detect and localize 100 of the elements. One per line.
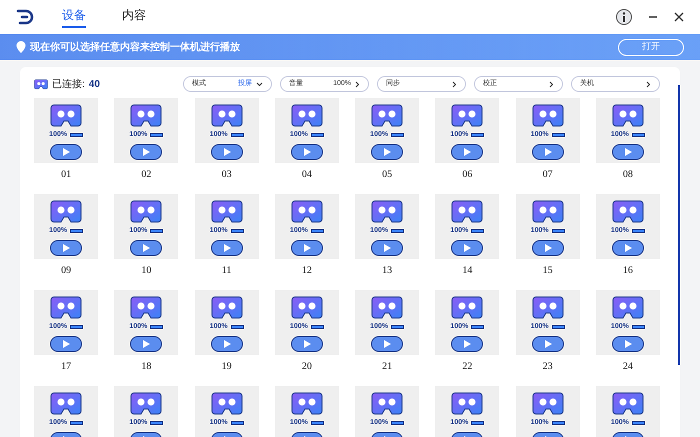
battery-bar [632,325,645,330]
device-number: 09 [61,264,72,278]
notice-text: 现在你可以选择任意内容来控制一体机进行播放 [30,40,240,54]
battery-bar [310,133,324,138]
play-button-icon[interactable] [290,144,323,160]
vr-headset-icon [612,104,644,128]
device-number: 14 [462,264,472,278]
play-button-icon[interactable] [451,240,484,256]
battery-bar [230,133,244,138]
play-button-icon[interactable] [612,336,644,352]
battery-bar [70,229,84,234]
battery-bar [471,229,484,234]
device-number: 02 [141,168,152,182]
play-button-icon[interactable] [210,240,243,256]
play-button-icon[interactable] [371,336,404,352]
play-button-icon[interactable] [210,336,243,352]
play-button-icon[interactable] [130,144,162,160]
play-button-icon[interactable] [371,240,404,256]
play-button-icon[interactable] [451,336,484,352]
play-button-icon[interactable] [130,240,162,256]
device-number: 06 [462,168,472,182]
battery-bar [552,229,565,234]
battery-bar [632,229,645,234]
play-button-icon[interactable] [612,240,644,256]
device-number: 11 [222,264,232,278]
battery-bar [391,421,404,426]
battery-bar [552,421,565,426]
tab[interactable]: 设备 [62,6,86,28]
device-number: 23 [542,360,553,374]
battery-bar [70,133,84,138]
battery-bar [552,133,565,138]
battery-bar [391,325,404,330]
play-button-icon[interactable] [532,144,564,160]
play-button-icon[interactable] [50,336,82,352]
battery-bar [230,229,244,234]
chevron-down-icon [256,82,263,86]
close-icon[interactable] [674,12,684,22]
vr-headset-icon [290,104,323,128]
battery-bar [391,229,404,234]
device-number: 01 [61,168,72,182]
vr-headset-icon [612,392,644,416]
battery-bar [150,229,164,234]
info-icon[interactable] [616,9,632,25]
vr-headset-icon [612,200,644,224]
device-number: 21 [382,360,392,374]
battery-bar [310,229,324,234]
battery-bar [150,421,164,426]
play-button-icon[interactable] [210,144,243,160]
chevron-right-icon [646,80,651,88]
vr-headset-icon [50,104,82,128]
vr-headset-icon [290,392,323,416]
battery-bar [552,325,565,330]
battery-bar [471,133,484,138]
device-number: 16 [622,264,633,278]
device-number: 19 [222,360,232,374]
vr-headset-icon [130,296,162,320]
vr-headset-icon [532,104,564,128]
connected-count: 40 [88,78,100,92]
play-button-icon[interactable] [50,144,82,160]
vr-headset-icon [371,104,404,128]
device-number: 03 [222,168,232,182]
vr-headset-icon [210,200,243,224]
vr-headset-icon [371,200,404,224]
tab[interactable]: 内容 [122,6,146,28]
vr-headset-icon [130,392,162,416]
battery-bar [70,325,84,330]
vr-headset-icon [451,392,484,416]
device-number: 13 [382,264,392,278]
play-button-icon[interactable] [290,336,323,352]
device-number: 24 [622,360,633,374]
logo-icon [16,9,34,25]
device-number: 05 [382,168,392,182]
device-number: 22 [462,360,472,374]
battery-bar [471,421,484,426]
vr-headset-icon [210,104,243,128]
play-button-icon[interactable] [130,336,162,352]
battery-bar [391,133,404,138]
play-button-icon[interactable] [50,240,82,256]
device-number: 18 [141,360,152,374]
device-number: 15 [542,264,553,278]
play-button-icon[interactable] [371,144,404,160]
play-button-icon[interactable] [532,240,564,256]
play-button-icon[interactable] [290,240,323,256]
vr-headset-icon [532,392,564,416]
play-button-icon[interactable] [451,144,484,160]
vr-headset-icon [451,104,484,128]
battery-bar [70,421,84,426]
battery-bar [310,421,324,426]
play-button-icon[interactable] [612,144,644,160]
device-number: 20 [302,360,312,374]
vr-headset-icon [210,296,243,320]
chevron-right-icon [549,80,554,88]
location-pin-icon [16,41,26,53]
play-button-icon[interactable] [532,336,564,352]
vr-headset-icon [50,296,82,320]
vr-headset-icon [451,296,484,320]
chevron-right-icon [355,80,360,88]
battery-bar [310,325,324,330]
battery-bar [230,421,244,426]
battery-bar [150,325,164,330]
